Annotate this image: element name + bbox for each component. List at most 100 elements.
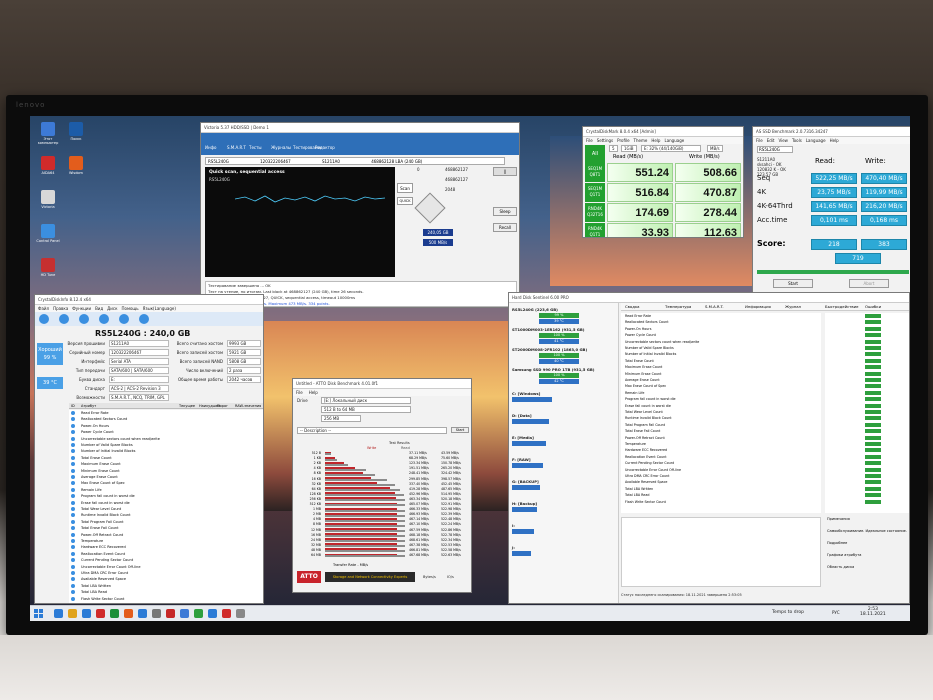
cdm-size[interactable]: 1GiB	[621, 145, 637, 152]
as-menu-item[interactable]: File	[756, 138, 763, 143]
as-menu-item[interactable]: Language	[806, 138, 826, 143]
atto-drive-select[interactable]: [E:] Локальный диск	[321, 397, 411, 404]
hds-tab[interactable]: Быстродействие	[825, 304, 858, 309]
taskbar-app-icon[interactable]	[166, 609, 175, 618]
hds-attr-row[interactable]: Total Wear Level Count	[625, 409, 663, 415]
cdm-menu-item[interactable]: Help	[651, 138, 660, 143]
cdm-row-label[interactable]: SEQ1M Q8T1	[585, 163, 605, 182]
desktop-icon[interactable]	[69, 122, 83, 136]
cdi-table-row[interactable]: Temperature	[69, 538, 263, 544]
hds-attr-row[interactable]: Erase fail count in worst die	[625, 403, 671, 409]
cdi-table-row[interactable]: Max Erase Count of Spec	[69, 480, 263, 486]
cdi-menu-item[interactable]: Правка	[53, 306, 68, 311]
hds-attr-row[interactable]: Total Program Fail Count	[625, 422, 665, 428]
taskbar-app-icon[interactable]	[208, 609, 217, 618]
cdi-table-row[interactable]: Total Program Fail Count	[69, 519, 263, 525]
hds-attr-row[interactable]: Available Reserved Space	[625, 479, 667, 485]
atto-unit-bytes[interactable]: Bytes/s	[423, 575, 436, 579]
hds-disk-name[interactable]: ST1000DM003-1ER162 (931,5 GB)	[512, 327, 616, 332]
cdi-menu-item[interactable]: Диск	[107, 306, 117, 311]
cdi-table-row[interactable]: Current Pending Sector Count	[69, 557, 263, 563]
hds-volume-name[interactable]: I:	[512, 523, 515, 528]
taskbar-app-icon[interactable]	[124, 609, 133, 618]
cdi-table-row[interactable]: Total LBA Read	[69, 589, 263, 595]
cdi-table-row[interactable]: Total Wear Level Count	[69, 506, 263, 512]
hds-attr-row[interactable]: Remain Life	[625, 390, 644, 396]
cdi-table-row[interactable]: Ultra DMA CRC Error Count	[69, 570, 263, 576]
hds-attr-row[interactable]: Power-Off Retract Count	[625, 435, 665, 441]
hds-attr-row[interactable]: Runtime Invalid Block Count	[625, 415, 672, 421]
atto-start-button[interactable]: Start	[451, 427, 469, 433]
victoria-end-lba-2[interactable]: 468862127	[445, 177, 468, 182]
taskbar-app-icon[interactable]	[222, 609, 231, 618]
cdi-table-row[interactable]: Reallocation Event Count	[69, 551, 263, 557]
hds-attr-row[interactable]: Read Error Rate	[625, 313, 651, 319]
cdi-table-row[interactable]: Power Cycle Count	[69, 429, 263, 435]
cdi-table-row[interactable]: Flash Write Sector Count	[69, 596, 263, 602]
atto-window[interactable]: Untitled - ATTO Disk Benchmark 4.01.0f1 …	[292, 378, 472, 593]
cdm-menu-item[interactable]: Settings	[597, 138, 613, 143]
recall-button[interactable]: Recall	[493, 223, 517, 232]
cdi-disk-status-icon[interactable]	[139, 314, 149, 324]
hds-attr-row[interactable]: Average Erase Count	[625, 377, 660, 383]
hds-volume-name[interactable]: G: [BACKUP]	[512, 479, 539, 484]
hds-attr-row[interactable]: Total LBA Read	[625, 492, 649, 498]
as-start-button[interactable]: Start	[773, 279, 813, 288]
desktop-icon[interactable]	[41, 258, 55, 272]
atto-file-size[interactable]: 256 MB	[321, 415, 361, 422]
hds-tab[interactable]: Информация	[745, 304, 771, 309]
cdi-disk-status-icon[interactable]	[59, 314, 69, 324]
cdi-menu-item[interactable]: Вид	[95, 306, 103, 311]
taskbar-app-icon[interactable]	[194, 609, 203, 618]
cdm-row-label[interactable]: RND4K Q32T16	[585, 203, 605, 222]
taskbar-app-icon[interactable]	[180, 609, 189, 618]
hds-attr-row[interactable]: Number of Initial Invalid Blocks	[625, 351, 676, 357]
victoria-tab[interactable]: Редактор	[315, 145, 335, 150]
cdi-disk-status-icon[interactable]	[39, 314, 49, 324]
tray-clock[interactable]: 2:53 18.11.2021	[860, 607, 886, 617]
hds-disk-name[interactable]: ST2000DM008-2FR102 (1863,0 GB)	[512, 347, 616, 352]
cdm-row-label[interactable]: RND4K Q1T1	[585, 223, 605, 237]
hds-attr-row[interactable]: Power-On Hours	[625, 326, 651, 332]
cdi-menu-item[interactable]: Язык(Language)	[143, 306, 176, 311]
cdi-table-row[interactable]: Hardware ECC Recovered	[69, 544, 263, 550]
cdi-table-row[interactable]: Uncorrectable Error Count Off-line	[69, 564, 263, 570]
as-drive-select[interactable]: RS5L240G	[757, 146, 793, 153]
hds-volume-name[interactable]: D: [Data]	[512, 413, 532, 418]
cdm-menu-item[interactable]: Theme	[634, 138, 648, 143]
hds-attr-row[interactable]: Total Erase Fail Count	[625, 428, 660, 434]
taskbar-app-icon[interactable]	[110, 609, 119, 618]
hds-attr-row[interactable]: Uncorrectable sectors count when read/wr…	[625, 339, 699, 345]
victoria-tab[interactable]: Инфо	[205, 145, 216, 150]
cdi-menu-item[interactable]: Помощь	[122, 306, 139, 311]
hds-attr-row[interactable]: Minimum Erase Count	[625, 371, 661, 377]
desktop-icon[interactable]	[41, 224, 55, 238]
quick-button[interactable]: QUICK	[397, 197, 413, 205]
as-ssd-window[interactable]: AS SSD Benchmark 2.0.7316.34247 File Edit…	[752, 126, 910, 298]
cdi-disk-strip[interactable]	[35, 312, 263, 326]
victoria-start-lba[interactable]: 0	[417, 167, 420, 172]
scan-button[interactable]: Scan	[397, 183, 413, 193]
hds-attr-row[interactable]: Reallocation Event Count	[625, 454, 667, 460]
victoria-dpad[interactable]	[414, 192, 446, 224]
as-abort-button[interactable]: Abort	[849, 279, 889, 288]
cdi-table-row[interactable]: Reallocated Sectors Count	[69, 416, 263, 422]
desktop-icon[interactable]	[41, 122, 55, 136]
victoria-tab[interactable]: Тесты	[249, 145, 262, 150]
victoria-drive-bar[interactable]: RS5L240G 120322206467 S1211A0 468862128 …	[205, 157, 505, 165]
hds-volume-name[interactable]: F: [RAW]	[512, 457, 531, 462]
cdm-all-button[interactable]: All	[585, 145, 605, 163]
cdi-disk-status-icon[interactable]	[99, 314, 109, 324]
cdm-menu-item[interactable]: Language	[664, 138, 684, 143]
cdi-disk-status-icon[interactable]	[79, 314, 89, 324]
as-menu-item[interactable]: Edit	[767, 138, 775, 143]
taskbar-app-icon[interactable]	[96, 609, 105, 618]
cdm-runs[interactable]: 5	[609, 145, 618, 152]
hds-tab[interactable]: Журнал	[785, 304, 801, 309]
hds-attr-row[interactable]: Max Erase Count of Spec	[625, 383, 666, 389]
taskbar-app-icon[interactable]	[138, 609, 147, 618]
victoria-tab[interactable]: Журналы	[271, 145, 291, 150]
cdi-table-row[interactable]: Number of Valid Spare Blocks	[69, 442, 263, 448]
atto-description[interactable]: -- Description --	[297, 427, 447, 434]
taskbar-app-icon[interactable]	[82, 609, 91, 618]
